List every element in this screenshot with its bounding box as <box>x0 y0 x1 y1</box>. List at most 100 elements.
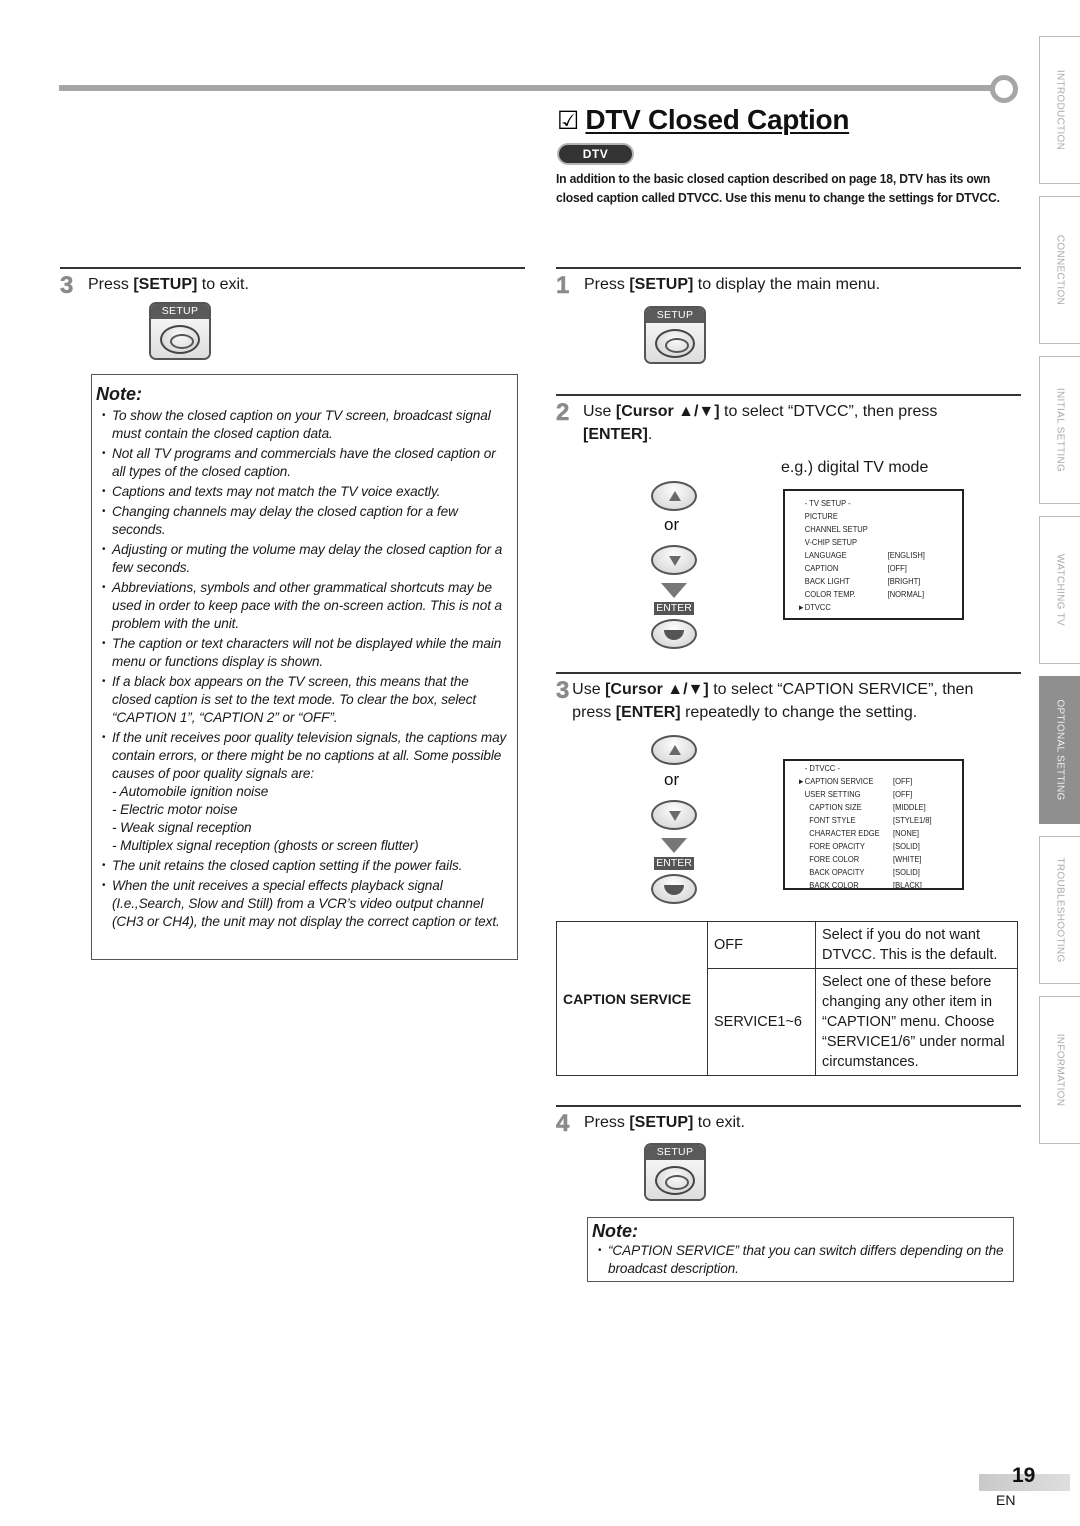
side-tab-label: INITIAL SETTING <box>1054 387 1066 473</box>
menu-row: LANGUAGE [ENGLISH] <box>804 550 925 560</box>
right-step-4: 4 Press [SETUP] to exit. <box>556 1110 745 1137</box>
enter-label: ENTER <box>654 602 694 615</box>
step-number: 3 <box>60 272 74 299</box>
side-tab-label: TROUBLESHOOTING <box>1054 857 1066 963</box>
dtvcc-menu: - DTVCC - ► CAPTION SERVICE [OFF] USER SET… <box>783 759 964 890</box>
dtv-badge: DTV <box>557 143 634 165</box>
step-number: 1 <box>556 272 570 299</box>
checkbox-icon: ☑ <box>557 105 580 135</box>
step-divider <box>556 1105 1021 1107</box>
menu-row: CAPTION SIZE [MIDDLE] <box>809 802 926 812</box>
page-title-text: DTV Closed Caption <box>585 104 850 135</box>
side-tab-optional-setting[interactable]: OPTIONAL SETTING <box>1039 676 1080 824</box>
page-number: 19 <box>1012 1464 1036 1487</box>
table-desc-cell: Select if you do not want DTVCC. This is… <box>815 921 1018 969</box>
pointer-icon: ► <box>797 603 805 612</box>
cause-item: - Multiplex signal reception (ghosts or … <box>112 838 419 853</box>
cursor-up-button <box>651 481 697 511</box>
step-number: 3 <box>556 677 570 704</box>
step-number: 4 <box>556 1110 570 1137</box>
side-tab-label: WATCHING TV <box>1054 553 1066 627</box>
side-tab-label: INTRODUCTION <box>1054 69 1066 151</box>
step-divider <box>556 394 1021 396</box>
menu-row-selected: ► CAPTION SERVICE [OFF] <box>797 776 913 786</box>
cursor-up-button <box>651 735 697 765</box>
menu-row: V-CHIP SETUP <box>804 537 858 547</box>
page-language: EN <box>996 1492 1016 1508</box>
enter-label: ENTER <box>654 857 694 870</box>
note-item: Captions and texts may not match the TV … <box>100 483 511 501</box>
step-number: 2 <box>556 399 570 426</box>
note-item: Adjusting or muting the volume may delay… <box>100 541 511 577</box>
side-tab-watching-tv[interactable]: WATCHING TV <box>1039 516 1080 664</box>
arrow-up-icon <box>669 745 681 755</box>
side-tab-information[interactable]: INFORMATION <box>1039 996 1080 1144</box>
menu-row: CHANNEL SETUP <box>804 524 868 534</box>
note-item: If the unit receives poor quality televi… <box>100 729 511 855</box>
note-item: Not all TV programs and commercials have… <box>100 445 511 481</box>
note-item: To show the closed caption on your TV sc… <box>100 407 511 443</box>
side-tab-introduction[interactable]: INTRODUCTION <box>1039 36 1080 184</box>
right-step-3: 3 Use [Cursor ▲/▼] to select “CAPTION SE… <box>556 677 1006 724</box>
table-option-cell: SERVICE1~6 <box>707 968 816 1076</box>
setup-button-illustration: SETUP <box>644 1143 706 1201</box>
caption-service-table: CAPTION SERVICE OFF Select if you do not… <box>556 921 1018 1076</box>
table-desc-cell: Select one of these before changing any … <box>815 968 1018 1076</box>
enter-button <box>651 619 697 649</box>
step-text: Use [Cursor ▲/▼] to select “CAPTION SERV… <box>572 681 974 721</box>
note-title: Note: <box>96 384 142 404</box>
or-label: or <box>664 770 680 789</box>
note-list: To show the closed caption on your TV sc… <box>96 407 511 931</box>
enter-icon <box>664 630 684 640</box>
right-step-2: 2 Use [Cursor ▲/▼] to select “DTVCC”, th… <box>556 399 996 446</box>
cause-item: - Automobile ignition noise <box>112 784 269 799</box>
table-row: CAPTION SERVICE OFF Select if you do not… <box>556 921 1018 1076</box>
step-divider <box>556 672 1021 674</box>
flow-arrow-icon <box>661 838 687 853</box>
arrow-up-icon <box>669 491 681 501</box>
setup-button-label: SETUP <box>646 308 704 323</box>
menu-row: USER SETTING [OFF] <box>804 789 913 799</box>
step-divider <box>556 267 1021 269</box>
step-text: Use [Cursor ▲/▼] to select “DTVCC”, then… <box>583 403 938 443</box>
or-label: or <box>664 515 680 534</box>
setup-button-label: SETUP <box>646 1145 704 1160</box>
side-tab-connection[interactable]: CONNECTION <box>1039 196 1080 344</box>
note-item: The unit retains the closed caption sett… <box>100 857 511 875</box>
side-tab-troubleshooting[interactable]: TROUBLESHOOTING <box>1039 836 1080 984</box>
menu-row: CHARACTER EDGE [NONE] <box>809 828 919 838</box>
table-option-cell: OFF <box>707 921 816 969</box>
top-rule-circle <box>990 75 1018 103</box>
remote-button-icon <box>160 325 200 354</box>
step-text: Press [SETUP] to exit. <box>584 1114 745 1131</box>
arrow-down-icon <box>669 811 681 821</box>
cause-item: - Weak signal reception <box>112 820 252 835</box>
step-divider <box>60 267 525 269</box>
menu-title: - TV SETUP - <box>804 498 851 508</box>
tv-setup-menu: - TV SETUP - PICTURE CHANNEL SETUP V-CHI… <box>783 489 964 620</box>
note-item: The caption or text characters will not … <box>100 635 511 671</box>
menu-title: - DTVCC - <box>804 763 840 773</box>
right-step-1: 1 Press [SETUP] to display the main menu… <box>556 272 881 299</box>
menu-row: BACK LIGHT [BRIGHT] <box>804 576 921 586</box>
cause-item: - Electric motor noise <box>112 802 238 817</box>
note-item: When the unit receives a special effects… <box>100 877 511 931</box>
menu-row: FORE COLOR [WHITE] <box>809 854 922 864</box>
note-box-left: Note: To show the closed caption on your… <box>91 374 518 960</box>
note-list: “CAPTION SERVICE” that you can switch di… <box>592 1242 1007 1278</box>
menu-row-selected: ► DTVCC <box>797 602 831 612</box>
menu-row: BACK COLOR [BLACK] <box>809 880 922 890</box>
note-item: Abbreviations, symbols and other grammat… <box>100 579 511 633</box>
page-title: ☑ DTV Closed Caption <box>557 104 849 136</box>
menu-row: PICTURE <box>804 511 838 521</box>
menu-row: FORE OPACITY [SOLID] <box>809 841 920 851</box>
side-tab-initial-setting[interactable]: INITIAL SETTING <box>1039 356 1080 504</box>
setup-button-illustration: SETUP <box>149 302 211 360</box>
side-tab-label: INFORMATION <box>1054 1033 1066 1107</box>
note-box-right: Note: “CAPTION SERVICE” that you can swi… <box>587 1217 1014 1282</box>
arrow-down-icon <box>669 556 681 566</box>
menu-row: BACK OPACITY [SOLID] <box>809 867 920 877</box>
pointer-icon: ► <box>797 777 805 786</box>
step-text: Press [SETUP] to display the main menu. <box>584 276 881 293</box>
remote-button-icon <box>655 1166 695 1195</box>
